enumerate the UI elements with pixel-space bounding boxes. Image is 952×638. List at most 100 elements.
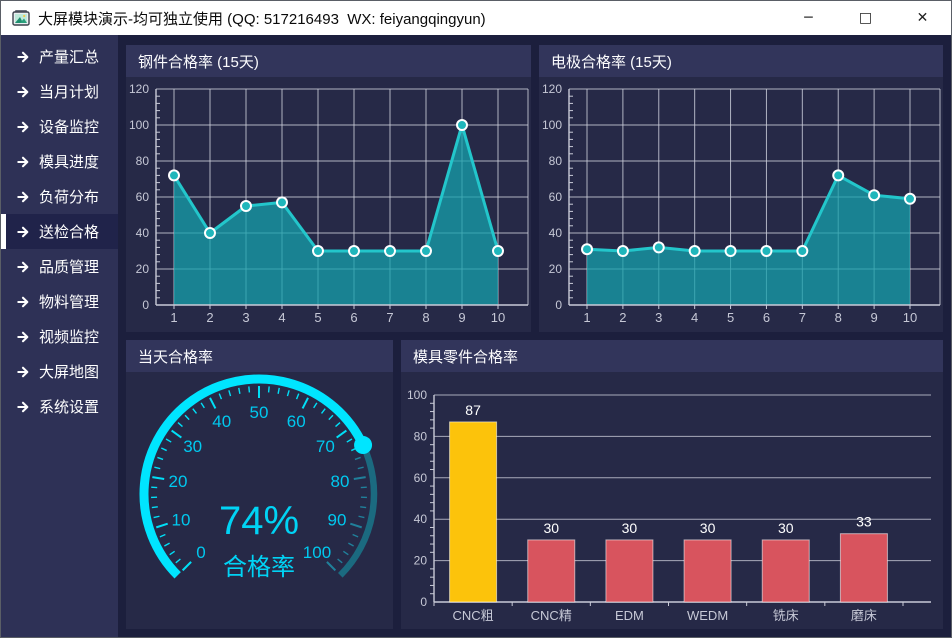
svg-text:9: 9 <box>458 310 465 325</box>
svg-text:合格率: 合格率 <box>223 554 295 581</box>
sidebar-item-label: 负荷分布 <box>39 186 99 207</box>
sidebar-item-label: 设备监控 <box>39 116 99 137</box>
sidebar-item-7[interactable]: 物料管理 <box>1 284 118 319</box>
svg-text:5: 5 <box>314 310 321 325</box>
bottom-row: 当天合格率 010203040506070809010074%合格率 模具零件合… <box>126 340 943 629</box>
svg-text:EDM: EDM <box>615 608 644 623</box>
svg-text:80: 80 <box>136 154 150 168</box>
svg-text:70: 70 <box>316 437 335 456</box>
svg-text:100: 100 <box>303 543 331 562</box>
sidebar-item-5[interactable]: 送检合格 <box>1 214 118 249</box>
svg-text:90: 90 <box>328 510 347 529</box>
content-area: 钢件合格率 (15天) 02040608010012012345678910 电… <box>118 35 951 637</box>
svg-text:80: 80 <box>549 154 563 168</box>
arrow-icon <box>17 365 31 379</box>
arrow-icon <box>17 190 31 204</box>
svg-text:4: 4 <box>278 310 285 325</box>
arrow-icon <box>17 400 31 414</box>
arrow-icon <box>17 85 31 99</box>
svg-text:60: 60 <box>136 190 150 204</box>
main-area: 产量汇总当月计划设备监控模具进度负荷分布送检合格品质管理物料管理视频监控大屏地图… <box>1 35 951 637</box>
sidebar-item-8[interactable]: 视频监控 <box>1 319 118 354</box>
svg-text:0: 0 <box>420 595 427 609</box>
sidebar-item-label: 大屏地图 <box>39 361 99 382</box>
sidebar: 产量汇总当月计划设备监控模具进度负荷分布送检合格品质管理物料管理视频监控大屏地图… <box>1 35 118 637</box>
svg-text:5: 5 <box>727 310 734 325</box>
arrow-icon <box>17 295 31 309</box>
sidebar-item-9[interactable]: 大屏地图 <box>1 354 118 389</box>
app-window: 大屏模块演示-均可独立使用 (QQ: 517216493 WX: feiyang… <box>0 0 952 638</box>
maximize-button[interactable]: □ <box>837 1 894 35</box>
minimize-button[interactable]: ─ <box>780 1 837 35</box>
svg-text:20: 20 <box>169 472 188 491</box>
sidebar-item-label: 当月计划 <box>39 81 99 102</box>
svg-text:40: 40 <box>136 226 150 240</box>
svg-text:7: 7 <box>386 310 393 325</box>
svg-text:120: 120 <box>129 82 149 96</box>
svg-text:30: 30 <box>700 520 716 536</box>
svg-text:74%: 74% <box>219 499 299 543</box>
svg-text:1: 1 <box>583 310 590 325</box>
arrow-icon <box>17 155 31 169</box>
sidebar-item-label: 品质管理 <box>39 256 99 277</box>
panel-title-electrode: 电极合格率 (15天) <box>539 45 943 77</box>
electrode-chart-svg: 02040608010012012345678910 <box>539 77 943 332</box>
sidebar-item-1[interactable]: 当月计划 <box>1 74 118 109</box>
sidebar-item-0[interactable]: 产量汇总 <box>1 39 118 74</box>
svg-text:3: 3 <box>242 310 249 325</box>
sidebar-item-4[interactable]: 负荷分布 <box>1 179 118 214</box>
sidebar-item-6[interactable]: 品质管理 <box>1 249 118 284</box>
sidebar-item-label: 送检合格 <box>39 221 99 242</box>
svg-text:87: 87 <box>465 402 481 418</box>
svg-text:30: 30 <box>543 520 559 536</box>
svg-text:4: 4 <box>691 310 698 325</box>
panel-mold-parts-pass-rate: 模具零件合格率 873030303033020406080100CNC粗CNC精… <box>401 340 943 629</box>
svg-text:2: 2 <box>206 310 213 325</box>
arrow-icon <box>17 260 31 274</box>
sidebar-item-label: 模具进度 <box>39 151 99 172</box>
svg-text:1: 1 <box>170 310 177 325</box>
svg-text:40: 40 <box>414 512 428 526</box>
svg-text:40: 40 <box>549 226 563 240</box>
svg-text:CNC精: CNC精 <box>531 608 572 623</box>
sidebar-item-label: 产量汇总 <box>39 46 99 67</box>
svg-text:6: 6 <box>763 310 770 325</box>
svg-text:10: 10 <box>172 510 191 529</box>
arrow-icon <box>17 120 31 134</box>
panel-today-pass-rate: 当天合格率 010203040506070809010074%合格率 <box>126 340 393 629</box>
steel-line-chart: 02040608010012012345678910 <box>126 77 531 332</box>
arrow-icon <box>17 330 31 344</box>
svg-text:20: 20 <box>549 262 563 276</box>
panel-title-mold: 模具零件合格率 <box>401 340 943 372</box>
sidebar-item-label: 视频监控 <box>39 326 99 347</box>
svg-text:10: 10 <box>491 310 505 325</box>
svg-text:WEDM: WEDM <box>687 608 728 623</box>
panel-steel-pass-rate: 钢件合格率 (15天) 02040608010012012345678910 <box>126 45 531 332</box>
svg-text:CNC粗: CNC粗 <box>452 608 493 623</box>
window-controls: ─ □ ✕ <box>780 1 951 35</box>
window-title: 大屏模块演示-均可独立使用 (QQ: 517216493 WX: feiyang… <box>38 8 486 29</box>
top-row: 钢件合格率 (15天) 02040608010012012345678910 电… <box>126 45 943 332</box>
panel-title-steel: 钢件合格率 (15天) <box>126 45 531 77</box>
svg-text:7: 7 <box>799 310 806 325</box>
sidebar-item-label: 物料管理 <box>39 291 99 312</box>
arrow-icon <box>17 225 31 239</box>
sidebar-item-10[interactable]: 系统设置 <box>1 389 118 424</box>
svg-text:20: 20 <box>414 554 428 568</box>
titlebar: 大屏模块演示-均可独立使用 (QQ: 517216493 WX: feiyang… <box>1 1 951 35</box>
svg-text:9: 9 <box>870 310 877 325</box>
svg-text:100: 100 <box>542 118 562 132</box>
svg-text:6: 6 <box>350 310 357 325</box>
svg-text:铣床: 铣床 <box>773 608 799 623</box>
today-gauge-chart: 010203040506070809010074%合格率 <box>126 372 393 629</box>
mold-chart-svg: 873030303033020406080100CNC粗CNC精EDMWEDM铣… <box>401 372 943 629</box>
close-button[interactable]: ✕ <box>894 1 951 35</box>
app-icon <box>12 9 30 27</box>
svg-text:33: 33 <box>856 514 872 530</box>
svg-text:80: 80 <box>414 429 428 443</box>
svg-text:0: 0 <box>196 543 205 562</box>
sidebar-item-3[interactable]: 模具进度 <box>1 144 118 179</box>
svg-text:40: 40 <box>212 412 231 431</box>
sidebar-item-2[interactable]: 设备监控 <box>1 109 118 144</box>
svg-text:0: 0 <box>142 298 149 312</box>
